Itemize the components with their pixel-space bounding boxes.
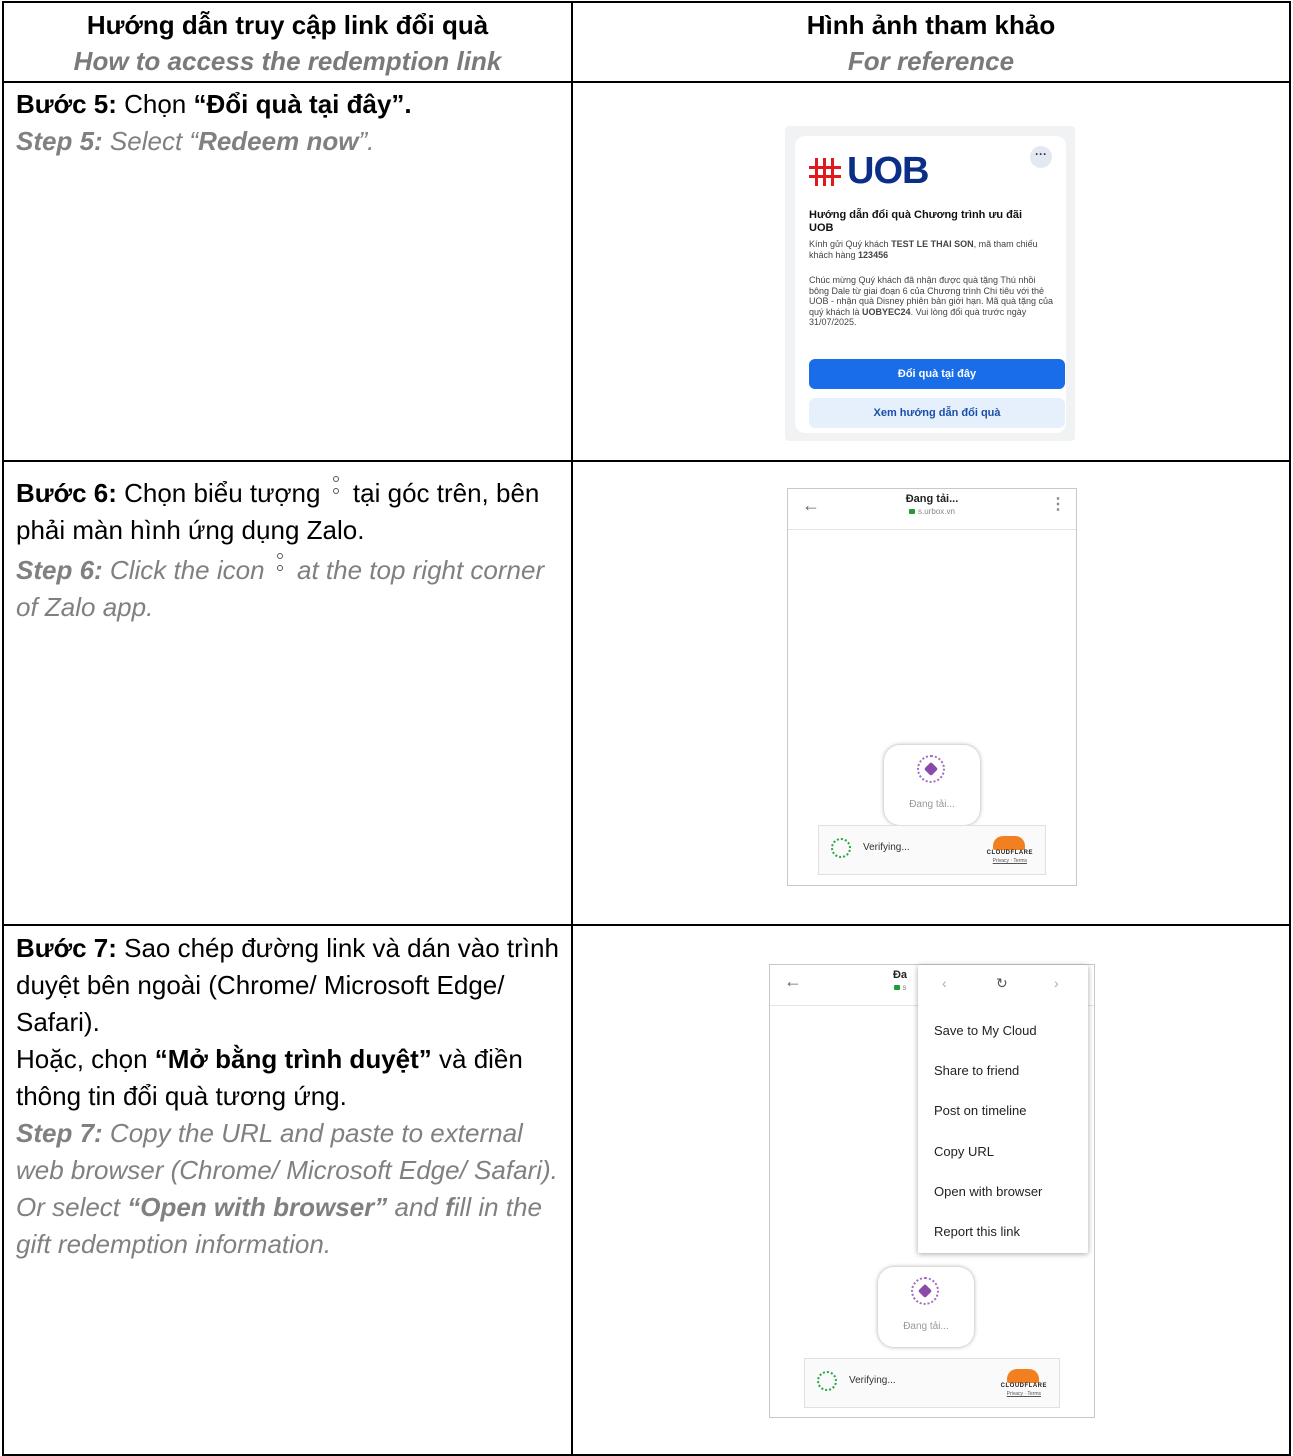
browser-header: ← Đang tải... s.urbox.vn ⋮ <box>788 489 1076 530</box>
step6-vi-text-a: Chọn biểu tượng <box>116 478 328 508</box>
zalo-menu-screenshot: ← Đa s ‹ ↻ › Save to My Cloud Share to f… <box>769 964 1095 1418</box>
step7-en-a: Step 7: Copy the URL and paste to extern… <box>16 1118 558 1185</box>
cloud-icon <box>1007 1369 1039 1383</box>
loading-popup: Đang tải... <box>884 745 980 825</box>
header-instructions-en: How to access the redemption link <box>73 46 502 76</box>
redeem-now-button[interactable]: Đổi quà tại đây <box>809 359 1065 389</box>
verify-text: Verifying... <box>849 1375 896 1386</box>
cloud-icon <box>993 836 1025 850</box>
step5-reference: UOB ··· Hướng dẫn đổi quà Chương trình ư… <box>571 81 1291 462</box>
message-body: Chúc mừng Quý khách đã nhận được quà tặn… <box>809 275 1054 327</box>
cloudflare-links[interactable]: Privacy · Terms <box>993 858 1027 864</box>
menu-item-save-to-cloud[interactable]: Save to My Cloud <box>934 1023 1037 1038</box>
step7-instructions: Bước 7: Sao chép đường link và dán vào t… <box>2 924 573 1456</box>
page-title: Đang tải... <box>905 493 959 505</box>
step5-vi-text: Chọn <box>116 89 194 119</box>
nav-forward-icon[interactable]: › <box>1054 975 1059 991</box>
step5-en: Step 5: Select “Redeem now”. <box>16 123 559 160</box>
verify-spinner-icon <box>817 1371 837 1391</box>
cloudflare-links[interactable]: Privacy · Terms <box>1007 1391 1041 1397</box>
verify-text: Verifying... <box>863 842 910 853</box>
step6-vi-label: Bước 6: <box>16 478 117 508</box>
step5-vi-bold: “Đổi quà tại đây”. <box>193 89 412 119</box>
step7-vi-a: Bước 7: Sao chép đường link và dán vào t… <box>16 933 559 1037</box>
cloudflare-verify-widget: Verifying... CLOUDFLARE Privacy · Terms <box>804 1358 1060 1408</box>
step7-vi-bold: “Mở bằng trình duyệt” <box>154 1044 432 1074</box>
menu-nav-bar: ‹ ↻ › <box>918 965 1088 1003</box>
loading-label: Đang tải... <box>903 1321 949 1332</box>
step7-en-b: Or select “Open with browser” and fill i… <box>16 1192 542 1259</box>
step5-vi: Bước 5: Chọn “Đổi quà tại đây”. <box>16 86 559 123</box>
step6-en-label: Step 6: <box>16 555 103 585</box>
menu-item-copy-url[interactable]: Copy URL <box>934 1144 994 1159</box>
more-options-icon[interactable]: ··· <box>1030 146 1052 168</box>
reload-icon[interactable]: ↻ <box>996 975 1008 992</box>
loading-spinner-icon <box>917 755 945 783</box>
step6-en: Step 6: Click the icon at the top right … <box>16 551 559 626</box>
header-col-reference: Hình ảnh tham khảo For reference <box>571 1 1291 83</box>
loading-spinner-icon <box>911 1277 939 1305</box>
header-reference-vi: Hình ảnh tham khảo <box>806 10 1056 40</box>
step7-en-bold: “Open with browser” <box>127 1192 388 1222</box>
redeem-guide-button[interactable]: Xem hướng dẫn đổi quà <box>809 398 1065 428</box>
guide-table: Hướng dẫn truy cập link đổi quà How to a… <box>2 1 1291 1456</box>
step7-row: Bước 7: Sao chép đường link và dán vào t… <box>2 924 1291 1456</box>
step5-row: Bước 5: Chọn “Đổi quà tại đây”. Step 5: … <box>2 81 1291 462</box>
step5-vi-label: Bước 5: <box>16 89 117 119</box>
header-instructions-vi: Hướng dẫn truy cập link đổi quà <box>86 10 489 40</box>
step7-reference: ← Đa s ‹ ↻ › Save to My Cloud Share to f… <box>571 924 1291 1456</box>
step5-instructions: Bước 5: Chọn “Đổi quà tại đây”. Step 5: … <box>2 81 573 462</box>
message-greeting: Kính gửi Quý khách TEST LE THAI SON, mã … <box>809 239 1038 260</box>
loading-popup: Đang tải... <box>878 1267 974 1347</box>
nav-back-icon[interactable]: ‹ <box>942 975 947 991</box>
step5-en-text: Select “ <box>102 126 199 156</box>
step6-en-text-a: Click the icon <box>102 555 272 585</box>
kebab-menu-icon <box>328 474 346 508</box>
cloudflare-logo: CLOUDFLARE Privacy · Terms <box>985 1369 1047 1397</box>
step6-row: Bước 6: Chọn biểu tượng tại góc trên, bê… <box>2 460 1291 926</box>
step7-vi-label: Bước 7: <box>16 933 117 963</box>
step6-instructions: Bước 6: Chọn biểu tượng tại góc trên, bê… <box>2 460 573 926</box>
lock-icon <box>909 509 916 514</box>
kebab-menu-button[interactable]: ⋮ <box>1050 497 1066 513</box>
uob-logo-text: UOB <box>847 150 929 192</box>
menu-item-report[interactable]: Report this link <box>934 1224 1020 1239</box>
cloudflare-logo: CLOUDFLARE Privacy · Terms <box>971 836 1033 864</box>
step5-en-bold: Redeem now <box>198 126 359 156</box>
lock-icon <box>893 985 900 990</box>
kebab-menu-icon-en <box>272 551 290 585</box>
cloudflare-verify-widget: Verifying... CLOUDFLARE Privacy · Terms <box>818 825 1046 875</box>
menu-item-post-timeline[interactable]: Post on timeline <box>934 1103 1027 1118</box>
loading-label: Đang tải... <box>909 799 955 810</box>
step5-en-label: Step 5: <box>16 126 103 156</box>
step7-en-label: Step 7: <box>16 1118 103 1148</box>
page-url: s.urbox.vn <box>788 507 1076 516</box>
context-menu: ‹ ↻ › Save to My Cloud Share to friend P… <box>918 965 1088 1253</box>
uob-message-card: UOB ··· Hướng dẫn đổi quà Chương trình ư… <box>795 136 1066 433</box>
message-title: Hướng dẫn đổi quà Chương trình ưu đãi UO… <box>809 209 1023 234</box>
verify-spinner-icon <box>831 838 851 858</box>
header-row: Hướng dẫn truy cập link đổi quà How to a… <box>2 1 1291 83</box>
header-col-instructions: Hướng dẫn truy cập link đổi quà How to a… <box>2 1 573 83</box>
zalo-loading-screenshot: ← Đang tải... s.urbox.vn ⋮ Đang tải... V… <box>787 488 1077 886</box>
uob-mark-icon <box>809 157 841 186</box>
step7-vi-b: Hoặc, chọn “Mở bằng trình duyệt” và điền… <box>16 1044 523 1111</box>
step6-reference: ← Đang tải... s.urbox.vn ⋮ Đang tải... V… <box>571 460 1291 926</box>
uob-message-screenshot: UOB ··· Hướng dẫn đổi quà Chương trình ư… <box>785 126 1075 441</box>
step6-vi: Bước 6: Chọn biểu tượng tại góc trên, bê… <box>16 474 559 549</box>
uob-logo: UOB <box>809 150 929 193</box>
step5-en-end: ”. <box>358 126 375 156</box>
menu-item-share[interactable]: Share to friend <box>934 1063 1019 1078</box>
menu-item-open-browser[interactable]: Open with browser <box>934 1184 1042 1199</box>
header-reference-en: For reference <box>847 46 1015 76</box>
